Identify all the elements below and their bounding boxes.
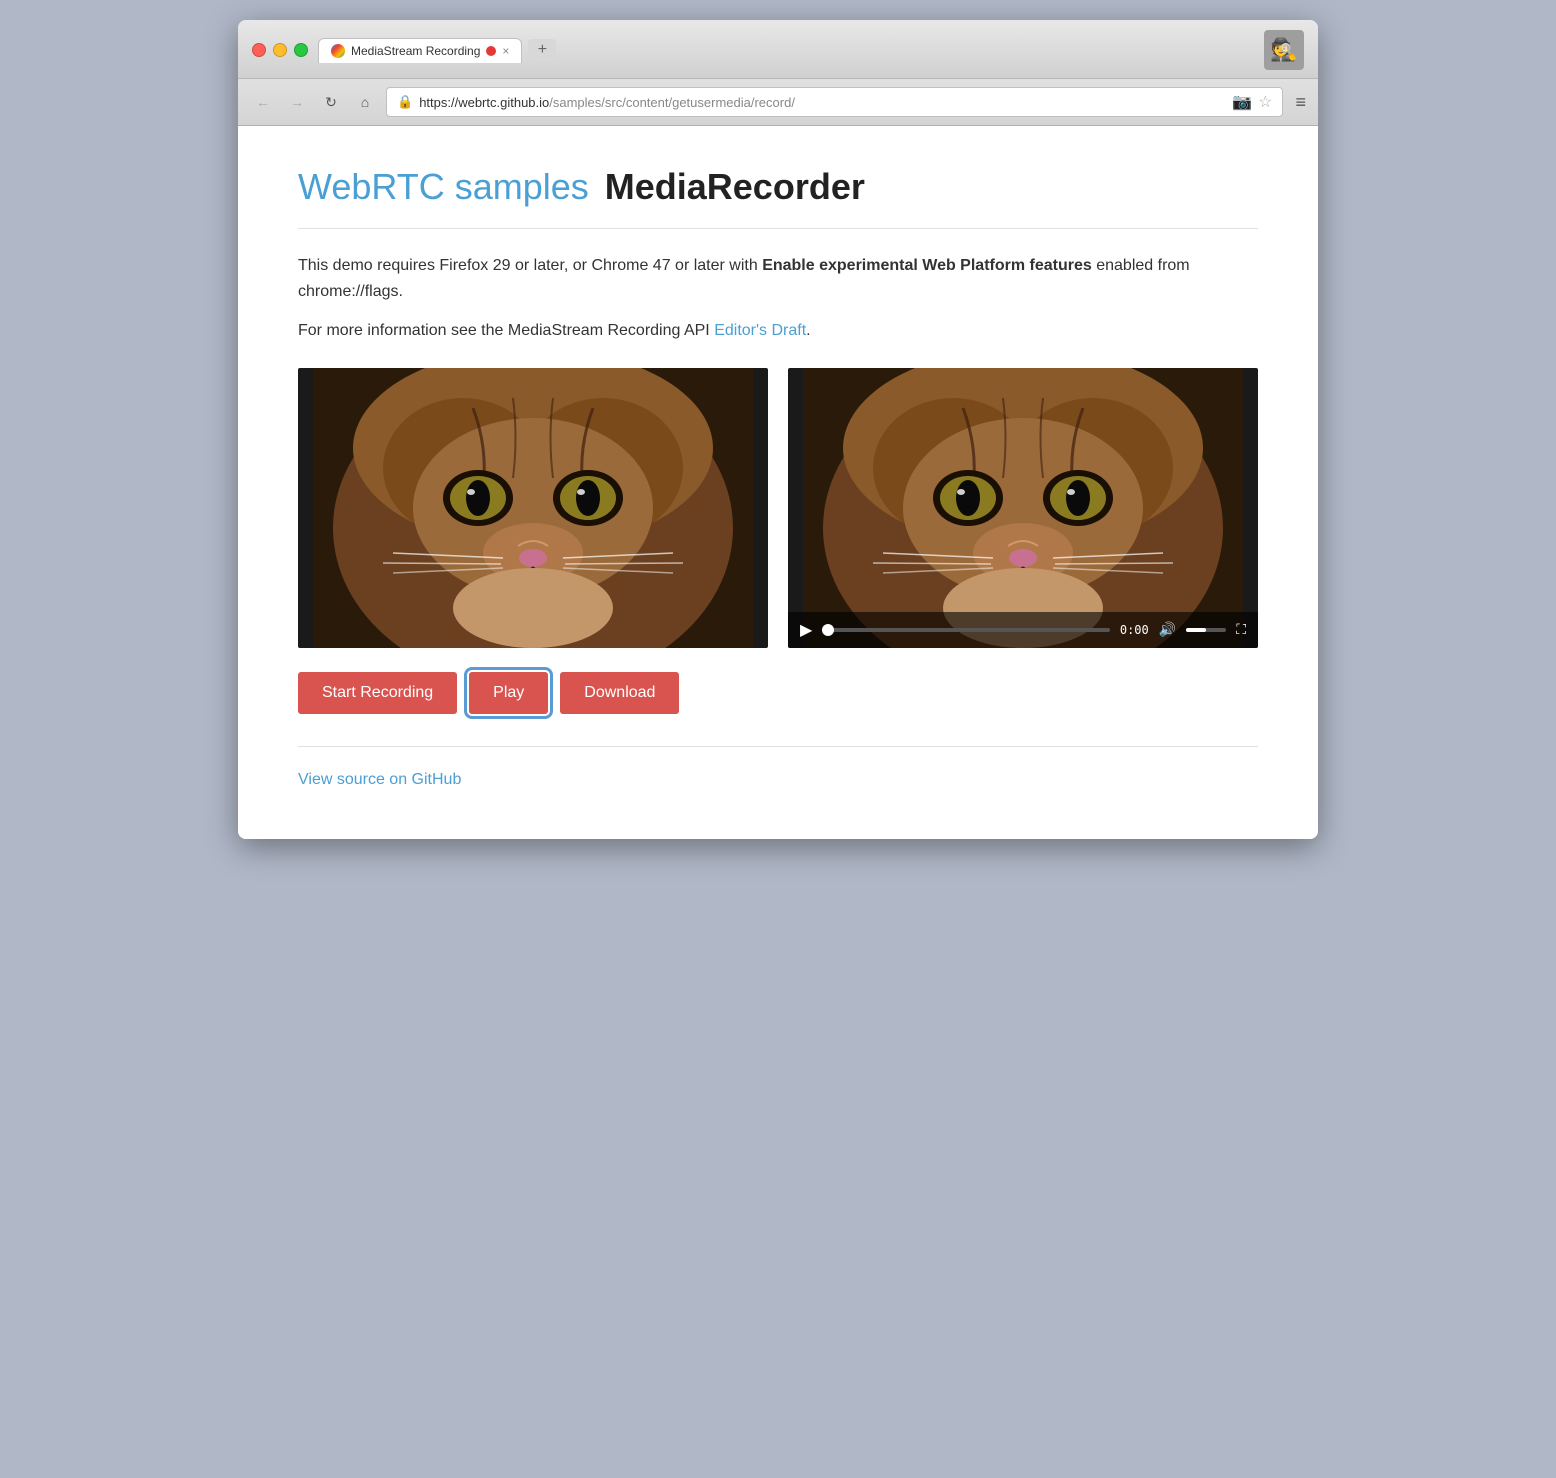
tab-close-button[interactable]: × — [502, 45, 509, 57]
editors-draft-link[interactable]: Editor's Draft — [714, 322, 806, 339]
back-icon: ← — [256, 94, 270, 110]
action-buttons: Start Recording Play Download — [298, 672, 1258, 714]
site-title: WebRTC samples — [298, 166, 589, 208]
ssl-icon: 🔒 — [397, 94, 413, 110]
volume-slider[interactable] — [1186, 628, 1226, 632]
address-bar[interactable]: 🔒 https://webrtc.github.io/samples/src/c… — [386, 87, 1283, 117]
recording-indicator-dot — [486, 46, 496, 56]
home-button[interactable]: ⌂ — [352, 89, 378, 115]
video-progress-thumb — [822, 624, 834, 636]
video-play-button[interactable]: ▶ — [800, 620, 812, 640]
download-button[interactable]: Download — [560, 672, 679, 714]
description-bold-text: Enable experimental Web Platform feature… — [762, 257, 1092, 274]
url-host: https://webrtc.github.io — [419, 95, 549, 110]
video-time-display: 0:00 — [1120, 623, 1149, 637]
tabs-area: MediaStream Recording × + — [318, 38, 1254, 63]
page-title: MediaRecorder — [605, 166, 865, 208]
description-text-1: This demo requires Firefox 29 or later, … — [298, 257, 762, 274]
description-paragraph-2: For more information see the MediaStream… — [298, 318, 1258, 344]
reload-button[interactable]: ↻ — [318, 89, 344, 115]
navigation-bar: ← → ↻ ⌂ 🔒 https://webrtc.github.io/sampl… — [238, 79, 1318, 126]
active-tab[interactable]: MediaStream Recording × — [318, 38, 522, 63]
play-button[interactable]: Play — [469, 672, 548, 714]
user-avatar: 🕵️ — [1264, 30, 1304, 70]
description-text-3: For more information see the MediaStream… — [298, 322, 714, 339]
live-video — [298, 368, 768, 648]
new-tab-button[interactable]: + — [528, 39, 556, 61]
video-controls-bar: ▶ 0:00 🔊 ⛶ — [788, 612, 1258, 648]
forward-button[interactable]: → — [284, 89, 310, 115]
window-controls — [252, 43, 308, 57]
forward-icon: → — [290, 94, 304, 110]
description-text-4: . — [806, 322, 810, 339]
back-button[interactable]: ← — [250, 89, 276, 115]
home-icon: ⌂ — [361, 94, 369, 110]
live-video-wrapper — [298, 368, 768, 648]
volume-fill — [1186, 628, 1206, 632]
start-recording-button[interactable]: Start Recording — [298, 672, 457, 714]
video-progress-track[interactable] — [822, 628, 1110, 632]
header-divider — [298, 228, 1258, 229]
browser-window: MediaStream Recording × + 🕵️ ← → ↻ ⌂ 🔒 h… — [238, 20, 1318, 839]
url-display: https://webrtc.github.io/samples/src/con… — [419, 95, 1226, 110]
github-link[interactable]: View source on GitHub — [298, 771, 461, 788]
tab-title: MediaStream Recording — [351, 44, 480, 58]
menu-icon[interactable]: ≡ — [1295, 92, 1306, 113]
close-window-button[interactable] — [252, 43, 266, 57]
volume-icon: 🔊 — [1159, 621, 1176, 638]
minimize-window-button[interactable] — [273, 43, 287, 57]
tab-favicon-icon — [331, 44, 345, 58]
camera-icon[interactable]: 📷 — [1232, 92, 1252, 112]
description-paragraph-1: This demo requires Firefox 29 or later, … — [298, 253, 1258, 304]
fullscreen-button[interactable]: ⛶ — [1236, 621, 1246, 638]
recorded-video-wrapper: ▶ 0:00 🔊 ⛶ — [788, 368, 1258, 648]
maximize-window-button[interactable] — [294, 43, 308, 57]
footer-divider — [298, 746, 1258, 747]
recorded-video — [788, 368, 1258, 648]
url-path: /samples/src/content/getusermedia/record… — [549, 95, 795, 110]
bookmark-star-icon[interactable]: ☆ — [1258, 92, 1272, 112]
title-bar: MediaStream Recording × + 🕵️ — [238, 20, 1318, 79]
page-header: WebRTC samples MediaRecorder — [298, 166, 1258, 208]
page-content: WebRTC samples MediaRecorder This demo r… — [238, 126, 1318, 839]
videos-container: ▶ 0:00 🔊 ⛶ — [298, 368, 1258, 648]
reload-icon: ↻ — [325, 94, 337, 111]
